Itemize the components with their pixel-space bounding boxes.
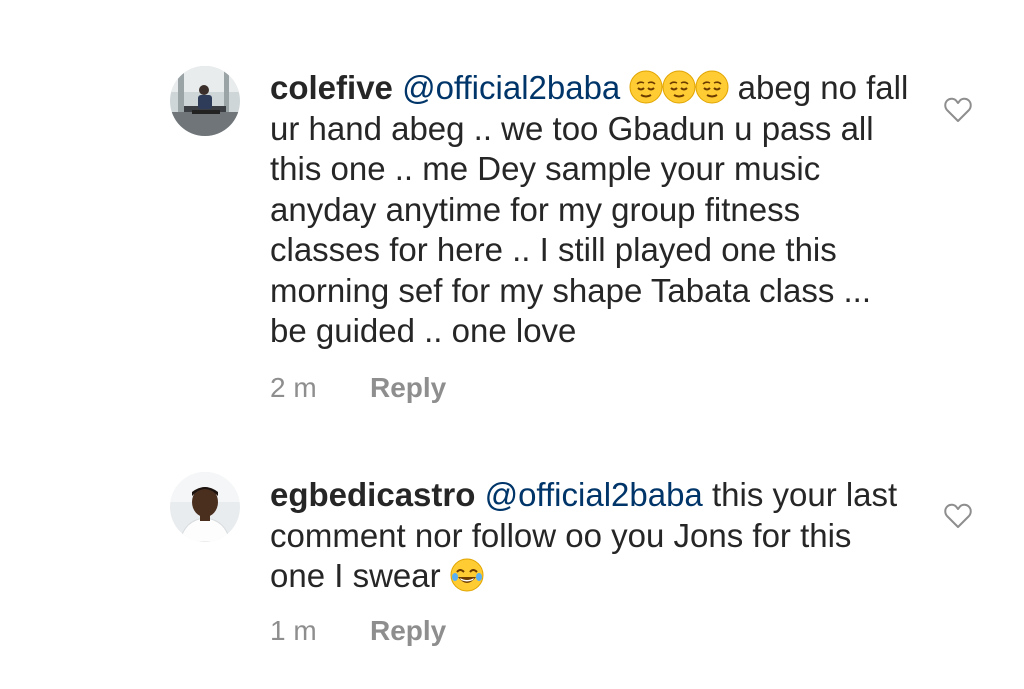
- comment-timestamp: 2 m: [270, 372, 317, 403]
- relieved-face-emoji: [662, 70, 696, 104]
- tears-of-joy-emoji: [450, 558, 484, 592]
- comment-meta: 1 m Reply: [270, 615, 446, 647]
- comment-body: abeg no fall ur hand abeg .. we too Gbad…: [270, 69, 909, 349]
- reply-button[interactable]: Reply: [370, 372, 446, 403]
- comment-mention[interactable]: @official2baba: [485, 476, 703, 513]
- heart-outline-icon[interactable]: [943, 95, 973, 125]
- heart-outline-icon[interactable]: [943, 501, 973, 531]
- avatar[interactable]: [170, 472, 240, 542]
- relieved-face-emoji: [629, 70, 663, 104]
- comment-text: egbedicastro @official2baba this your la…: [270, 475, 910, 597]
- comment-username[interactable]: colefive: [270, 69, 393, 106]
- avatar-photo: [170, 66, 240, 136]
- comment-text: colefive @official2baba abeg no fall ur …: [270, 68, 910, 352]
- avatar-photo: [170, 472, 240, 542]
- avatar[interactable]: [170, 66, 240, 136]
- relieved-face-emoji: [695, 70, 729, 104]
- reply-button[interactable]: Reply: [370, 615, 446, 646]
- comment-meta: 2 m Reply: [270, 372, 446, 404]
- comment-timestamp: 1 m: [270, 615, 317, 646]
- comment-mention[interactable]: @official2baba: [402, 69, 620, 106]
- comment-username[interactable]: egbedicastro: [270, 476, 475, 513]
